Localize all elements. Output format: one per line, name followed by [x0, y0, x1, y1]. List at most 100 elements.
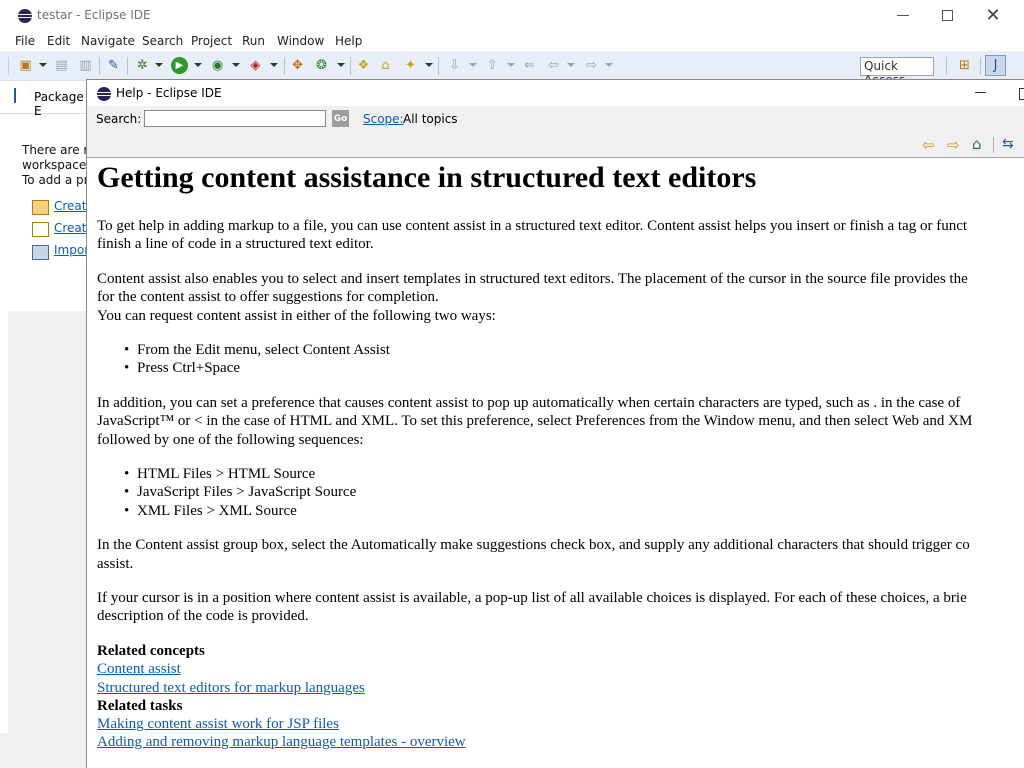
- paragraph-line: To get help in adding markup to a file, …: [97, 218, 968, 234]
- back-arrow-icon[interactable]: ⇦: [922, 136, 935, 154]
- save-icon[interactable]: ▤: [53, 57, 70, 74]
- package-explorer-icon: [14, 88, 26, 103]
- menu-help[interactable]: Help: [335, 34, 362, 48]
- menu-navigate[interactable]: Navigate: [81, 34, 135, 48]
- debug-icon[interactable]: ✲: [134, 57, 151, 74]
- paragraph-line: Content assist also enables you to selec…: [97, 271, 968, 287]
- menu-project[interactable]: Project: [191, 34, 232, 48]
- toolbar-grip: [8, 57, 9, 75]
- search-label: Search:: [96, 112, 142, 126]
- java-perspective-icon[interactable]: J: [985, 55, 1006, 76]
- next-annotation-dropdown-icon[interactable]: [469, 63, 477, 67]
- package-explorer-tab[interactable]: Package E: [0, 81, 86, 118]
- paragraph-line: If your cursor is in a position where co…: [97, 590, 967, 606]
- forward-dropdown-icon[interactable]: [605, 63, 613, 67]
- open-type-icon[interactable]: ❖: [355, 57, 372, 74]
- toolbar-separator: [946, 57, 947, 75]
- markup-templates-link[interactable]: Adding and removing markup language temp…: [97, 733, 466, 752]
- show-in-contents-icon[interactable]: ⇆: [1002, 136, 1014, 152]
- scope-value: All topics: [403, 112, 458, 126]
- last-edit-icon[interactable]: ⇐: [521, 57, 538, 74]
- list-item: From the Edit menu, select Content Assis…: [124, 341, 390, 360]
- jsp-content-assist-link[interactable]: Making content assist work for JSP files: [97, 715, 339, 734]
- nav-separator: [993, 137, 994, 153]
- new-class-icon[interactable]: ❂: [313, 57, 330, 74]
- main-title-bar: testar - Eclipse IDE — ✕: [0, 0, 1024, 31]
- external-tools-dropdown-icon[interactable]: [270, 63, 278, 67]
- open-perspective-icon[interactable]: ⊞: [956, 57, 973, 74]
- workbench-bottom-area: [0, 311, 86, 768]
- help-maximize-button[interactable]: [1019, 88, 1024, 100]
- new-icon[interactable]: ▣: [17, 57, 34, 74]
- open-folder-icon[interactable]: ⌂: [377, 57, 394, 74]
- related-tasks-heading: Related tasks: [97, 698, 183, 714]
- minimize-button[interactable]: —: [880, 0, 926, 31]
- paragraph-line: In addition, you can set a preference th…: [97, 395, 961, 411]
- toolbar-separator: [127, 57, 128, 75]
- toolbar-separator: [438, 57, 439, 75]
- help-search-input[interactable]: [144, 110, 326, 127]
- maximize-button[interactable]: [924, 0, 970, 31]
- run-icon[interactable]: ▶: [171, 57, 188, 74]
- page-title: Getting content assistance in structured…: [97, 161, 757, 194]
- paragraph-line: JavaScript™ or < in the case of HTML and…: [97, 413, 973, 429]
- menu-run[interactable]: Run: [242, 34, 265, 48]
- new-package-icon[interactable]: ✥: [289, 57, 306, 74]
- paragraph-line: description of the code is provided.: [97, 608, 309, 624]
- paragraph-line: In the Content assist group box, select …: [97, 537, 970, 553]
- coverage-icon[interactable]: ◉: [209, 57, 226, 74]
- help-window-title: Help - Eclipse IDE: [116, 86, 222, 100]
- new-dropdown-icon[interactable]: [39, 63, 47, 67]
- menu-window[interactable]: Window: [277, 34, 324, 48]
- help-window: Help - Eclipse IDE Search: Go Scope: All…: [86, 79, 1024, 768]
- paragraph-line: assist.: [97, 556, 134, 572]
- main-window-title: testar - Eclipse IDE: [37, 8, 151, 22]
- search-tool-dropdown-icon[interactable]: [425, 63, 433, 67]
- save-all-icon[interactable]: ▥: [77, 57, 94, 74]
- home-icon[interactable]: ⌂: [972, 135, 982, 153]
- forward-arrow-icon[interactable]: ⇨: [947, 136, 960, 154]
- paragraph-line: You can request content assist in either…: [97, 308, 496, 324]
- create-project-icon: [32, 200, 49, 215]
- previous-annotation-dropdown-icon[interactable]: [507, 63, 515, 67]
- toolbar-separator: [980, 57, 981, 75]
- related-concepts-heading: Related concepts: [97, 643, 205, 659]
- go-button[interactable]: Go: [332, 110, 349, 127]
- paragraph-line: followed by one of the following sequenc…: [97, 432, 364, 448]
- coverage-dropdown-icon[interactable]: [232, 63, 240, 67]
- quick-access-field[interactable]: Quick Access: [860, 57, 934, 87]
- back-dropdown-icon[interactable]: [567, 63, 575, 67]
- external-tools-icon[interactable]: ◈: [247, 57, 264, 74]
- close-button[interactable]: ✕: [970, 0, 1016, 31]
- import-icon: [32, 245, 49, 260]
- menu-bar: File Edit Navigate Search Project Run Wi…: [0, 31, 1024, 51]
- scope-link[interactable]: Scope:: [363, 112, 404, 126]
- next-annotation-icon[interactable]: ⇩: [446, 57, 463, 74]
- run-dropdown-icon[interactable]: [194, 63, 202, 67]
- empty-workspace-text: To add a pro: [22, 173, 96, 187]
- content-assist-link[interactable]: Content assist: [97, 660, 181, 679]
- help-nav-toolbar: ⇦ ⇨ ⌂ ⇆: [87, 133, 1024, 158]
- eclipse-logo-icon: [18, 9, 32, 23]
- toolbar-separator: [284, 57, 285, 75]
- import-projects-link[interactable]: Impor: [54, 243, 89, 257]
- pin-icon[interactable]: ✎: [105, 57, 122, 74]
- help-title-bar: Help - Eclipse IDE: [87, 80, 1024, 106]
- paragraph-line: finish a line of code in a structured te…: [97, 236, 374, 252]
- previous-annotation-icon[interactable]: ⇧: [484, 57, 501, 74]
- workbench-edge-strip: [0, 311, 8, 733]
- list-item: JavaScript Files > JavaScript Source: [124, 483, 356, 502]
- menu-edit[interactable]: Edit: [47, 34, 70, 48]
- list-item: Press Ctrl+Space: [124, 359, 240, 378]
- back-icon[interactable]: ⇦: [545, 57, 562, 74]
- search-tool-icon[interactable]: ✦: [402, 57, 419, 74]
- menu-file[interactable]: File: [15, 34, 35, 48]
- help-minimize-button[interactable]: [975, 92, 986, 93]
- menu-search[interactable]: Search: [142, 34, 183, 48]
- paragraph-line: for the content assist to offer suggesti…: [97, 289, 439, 305]
- empty-workspace-text: workspace.: [22, 158, 91, 172]
- new-class-dropdown-icon[interactable]: [337, 63, 345, 67]
- debug-dropdown-icon[interactable]: [155, 63, 163, 67]
- structured-text-editors-link[interactable]: Structured text editors for markup langu…: [97, 679, 365, 698]
- forward-icon[interactable]: ⇨: [583, 57, 600, 74]
